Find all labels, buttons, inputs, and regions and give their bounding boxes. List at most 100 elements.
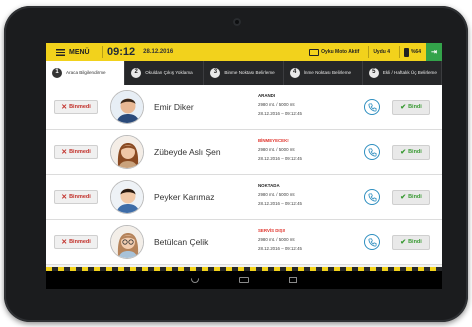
tab-label: Okuldan Çıkış Yoklama [145, 70, 193, 76]
menu-button[interactable]: MENÜ [46, 48, 98, 56]
student-info: SERVİS DIŞI! 2980 mt. / 5000 mt 28.12.20… [258, 227, 302, 253]
button-label: Binmedi [69, 149, 91, 155]
distance-text: 2980 mt. / 5000 mt [258, 101, 295, 107]
divider [102, 46, 103, 58]
tab-number: 5 [368, 68, 379, 78]
home-icon[interactable] [239, 277, 249, 283]
girl-glasses-avatar-icon [111, 226, 143, 258]
check-icon: ✔ [400, 194, 407, 201]
monitor-icon [309, 48, 320, 56]
tab-number: 2 [131, 68, 142, 78]
time-text: 28.12.2016 – 09:12:45 [258, 245, 302, 251]
status-text: SERVİS DIŞI! [258, 228, 286, 233]
indicator-monitor: Oyku Moto Aktif [309, 48, 360, 56]
indicator-label: Oyku Moto Aktif [321, 49, 360, 55]
close-icon: ✕ [61, 194, 68, 201]
boarded-button[interactable]: ✔ Bindi [392, 144, 430, 160]
status-text: BİNMEYECEK! [258, 138, 289, 143]
step-tabs: 1 Araca Bilgilendirme 2 Okuldan Çıkış Yo… [46, 61, 442, 85]
clock: 09:12 [107, 46, 136, 58]
time-text: 28.12.2016 – 09:12:45 [258, 110, 302, 116]
boarded-button[interactable]: ✔ Bindi [392, 189, 430, 205]
indicator-battery: %64 [403, 47, 421, 57]
button-label: Bindi [408, 149, 422, 155]
button-label: Binmedi [69, 194, 91, 200]
not-boarded-button[interactable]: ✕ Binmedi [54, 145, 98, 159]
phone-icon [367, 237, 377, 247]
app-screen: MENÜ 09:12 28.12.2016 Oyku Moto Aktif Uy… [46, 43, 442, 289]
indicator-label: %64 [410, 49, 421, 55]
call-button[interactable] [364, 234, 380, 250]
tab-2[interactable]: 2 Okuldan Çıkış Yoklama [125, 61, 205, 85]
student-info: NOKTADA 2980 mt. / 5000 mt 28.12.2016 – … [258, 182, 302, 208]
check-icon: ✔ [400, 104, 407, 111]
call-button[interactable] [364, 189, 380, 205]
girl-avatar-icon [111, 136, 143, 168]
indicator-satellite: Uydu 4 [373, 49, 390, 55]
list-item: ✕ Binmedi Zübeyde Aslı Şen BİNMEYECEK! 2… [46, 130, 442, 175]
student-info: BİNMEYECEK! 2980 mt. / 5000 mt 28.12.201… [258, 137, 302, 163]
student-list: ✕ Binmedi Emir Diker ARANDI 2980 mt. / 5… [46, 85, 442, 265]
close-icon: ✕ [61, 104, 68, 111]
back-icon[interactable] [191, 277, 199, 283]
battery-icon [403, 47, 409, 57]
camera-icon [233, 18, 241, 26]
tab-5[interactable]: 5 Ekli / Haftalık Üç Belirleme [363, 61, 442, 85]
boarded-button[interactable]: ✔ Bindi [392, 99, 430, 115]
list-item: ✕ Binmedi Peyker Karımaz NOKTADA 2980 mt… [46, 175, 442, 220]
divider [368, 46, 370, 58]
close-icon: ✕ [61, 149, 68, 156]
top-bar: MENÜ 09:12 28.12.2016 Oyku Moto Aktif Uy… [46, 43, 442, 61]
distance-text: 2980 mt. / 5000 mt [258, 146, 295, 152]
student-info: ARANDI 2980 mt. / 5000 mt 28.12.2016 – 0… [258, 92, 302, 118]
status-text: NOKTADA [258, 183, 280, 188]
close-icon: ✕ [61, 239, 68, 246]
green-action-button[interactable]: ⇥ [426, 43, 442, 61]
distance-text: 2980 mt. / 5000 mt [258, 191, 295, 197]
time-text: 28.12.2016 – 09:12:45 [258, 200, 302, 206]
date: 28.12.2016 [143, 49, 174, 55]
green-action-icon: ⇥ [431, 49, 437, 56]
button-label: Binmedi [69, 104, 91, 110]
student-name: Betülcan Çelik [154, 237, 209, 247]
time-text: 28.12.2016 – 09:12:45 [258, 155, 302, 161]
avatar [110, 225, 144, 259]
tab-4[interactable]: 4 İnme Noktası Belirleme [284, 61, 363, 85]
button-label: Bindi [408, 239, 422, 245]
hamburger-icon [56, 48, 65, 56]
boy-avatar-icon [111, 91, 143, 123]
indicator-label: Uydu 4 [373, 49, 390, 55]
call-button[interactable] [364, 99, 380, 115]
recent-apps-icon[interactable] [289, 277, 297, 283]
not-boarded-button[interactable]: ✕ Binmedi [54, 190, 98, 204]
tab-label: Binme Noktası Belirleme [224, 70, 275, 76]
call-button[interactable] [364, 144, 380, 160]
button-label: Bindi [408, 194, 422, 200]
button-label: Bindi [408, 104, 422, 110]
check-icon: ✔ [400, 239, 407, 246]
phone-icon [367, 147, 377, 157]
tab-number: 3 [210, 68, 221, 78]
tab-label: Araca Bilgilendirme [66, 70, 106, 76]
phone-icon [367, 102, 377, 112]
boarded-button[interactable]: ✔ Bindi [392, 234, 430, 250]
tab-3[interactable]: 3 Binme Noktası Belirleme [204, 61, 284, 85]
avatar [110, 180, 144, 214]
not-boarded-button[interactable]: ✕ Binmedi [54, 100, 98, 114]
tab-1[interactable]: 1 Araca Bilgilendirme [46, 61, 126, 85]
student-name: Emir Diker [154, 102, 194, 112]
tab-number: 1 [52, 68, 62, 78]
distance-text: 2980 mt. / 5000 mt [258, 236, 295, 242]
menu-label: MENÜ [69, 48, 90, 56]
boy-avatar-icon [111, 181, 143, 213]
list-item: ✕ Binmedi Betülcan Çelik SERVİS DIŞI! 29… [46, 220, 442, 265]
tab-number: 4 [289, 68, 300, 78]
avatar [110, 90, 144, 124]
button-label: Binmedi [69, 239, 91, 245]
tab-label: İnme Noktası Belirleme [303, 70, 352, 76]
android-nav-bar [46, 271, 442, 289]
student-name: Zübeyde Aslı Şen [154, 147, 221, 157]
tablet-device: MENÜ 09:12 28.12.2016 Oyku Moto Aktif Uy… [4, 6, 468, 322]
not-boarded-button[interactable]: ✕ Binmedi [54, 235, 98, 249]
tab-label: Ekli / Haftalık Üç Belirleme [382, 70, 437, 76]
